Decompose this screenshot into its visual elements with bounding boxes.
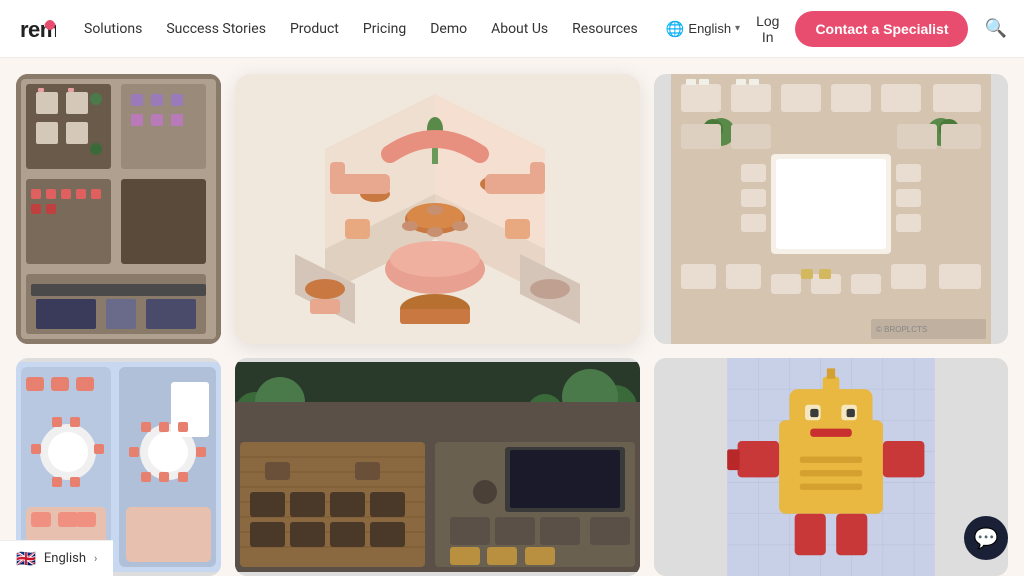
nav-solutions[interactable]: Solutions [84, 21, 142, 37]
svg-text:© BROPLCTS: © BROPLCTS [876, 325, 927, 334]
search-icon[interactable]: 🔍 [984, 18, 1006, 39]
footer-language-bar[interactable]: 🇬🇧 English › [0, 540, 113, 576]
nav-product[interactable]: Product [290, 21, 339, 37]
nav-about-us[interactable]: About Us [491, 21, 548, 37]
logo[interactable]: rem [20, 11, 56, 47]
nav-links: Solutions Success Stories Product Pricin… [84, 21, 638, 37]
chat-button[interactable]: 💬 [964, 516, 1008, 560]
image-bottom-right[interactable] [654, 358, 1008, 576]
image-top-center[interactable] [235, 74, 640, 344]
footer-lang-label: English [44, 551, 86, 566]
contact-specialist-button[interactable]: Contact a Specialist [795, 11, 968, 47]
nav-right: 🌐 English ▾ Log In Contact a Specialist … [666, 11, 1007, 47]
flag-icon: 🇬🇧 [16, 549, 36, 568]
language-selector[interactable]: 🌐 English ▾ [666, 20, 740, 38]
image-top-left[interactable] [16, 74, 221, 344]
logo-icon: rem [20, 11, 56, 47]
bottom-right-image [654, 358, 1008, 576]
nav-pricing[interactable]: Pricing [363, 21, 406, 37]
chat-icon: 💬 [974, 526, 999, 550]
lang-label: English [688, 21, 731, 36]
login-button[interactable]: Log In [756, 13, 779, 45]
nav-demo[interactable]: Demo [430, 21, 467, 37]
top-right-image: © BROPLCTS [654, 74, 1008, 344]
footer-chevron-icon: › [94, 552, 97, 565]
image-bottom-center[interactable] [235, 358, 640, 576]
nav-success-stories[interactable]: Success Stories [166, 21, 266, 37]
navbar: rem Solutions Success Stories Product Pr… [0, 0, 1024, 58]
top-left-image [16, 74, 221, 344]
globe-icon: 🌐 [666, 20, 685, 38]
content-grid: © BROPLCTS [0, 58, 1024, 576]
top-center-image [235, 74, 640, 344]
bottom-center-image [235, 358, 640, 576]
chevron-down-icon: ▾ [735, 23, 740, 34]
nav-resources[interactable]: Resources [572, 21, 638, 37]
image-top-right[interactable]: © BROPLCTS [654, 74, 1008, 344]
